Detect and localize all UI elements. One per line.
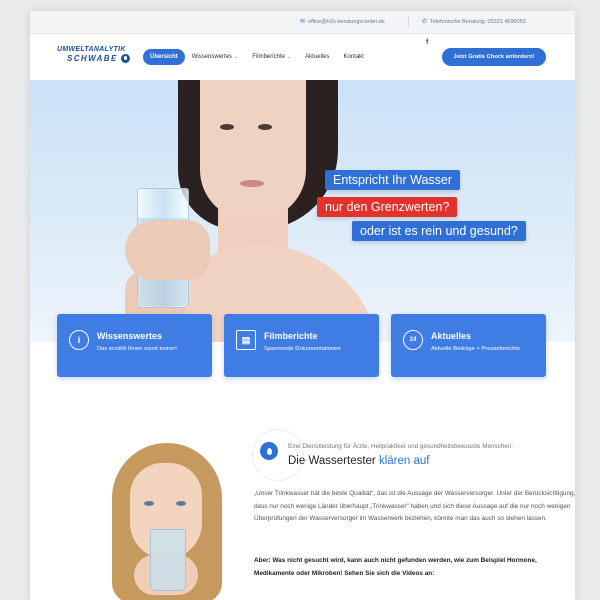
child-drinking-water-image: [90, 435, 238, 600]
feature-title: Filmberichte: [264, 331, 318, 341]
topbar-divider: [408, 16, 409, 28]
heading-highlight: klären auf: [378, 455, 430, 467]
feature-subtitle: Aktuelle Beiträge + Presseberichte: [431, 346, 521, 352]
top-contact-bar: ✉ office@h2o-beratungscenter.de ✆ Telefo…: [30, 11, 575, 34]
nav-item-label: Kontakt: [343, 54, 364, 60]
feature-box-aktuelles[interactable]: 24 Aktuelles Aktuelle Beiträge + Presseb…: [391, 314, 546, 377]
child-water-glass: [150, 529, 186, 591]
nav-item-label: Übersicht: [150, 54, 178, 60]
phone-text: Telefonische Beratung: 05321 4696050: [430, 18, 526, 25]
phone-icon: ✆: [422, 19, 428, 25]
feature-subtitle: Das erzählt Ihnen sonst keiner!: [97, 346, 177, 352]
hero-tagline-3: oder ist es rein und gesund?: [352, 221, 526, 241]
feature-box-filmberichte[interactable]: ▤ Filmberichte Spannende Dokumentationen: [224, 314, 379, 377]
gratis-check-button[interactable]: Jetzt Gratis Check anfordern!: [442, 48, 546, 66]
nav-item-label: Aktuelles: [305, 54, 330, 60]
logo[interactable]: UMWELTANALYTIK SCHWABE: [57, 46, 145, 68]
section-heading: Die Wassertester klären auf: [288, 455, 429, 467]
chevron-down-icon: ⌄: [286, 54, 292, 60]
water-drop-icon: [260, 442, 278, 460]
feature-title: Wissenswertes: [97, 331, 162, 341]
24h-icon: 24: [403, 330, 423, 350]
logo-line1: UMWELTANALYTIK: [57, 46, 126, 53]
paragraph-quality: „Unser Trinkwasser hat die beste Qualitä…: [254, 490, 575, 522]
child-eye-left: [144, 501, 154, 506]
hero-eye-left: [220, 124, 234, 130]
hero-banner: Entspricht Ihr Wasser nur den Grenzwerte…: [30, 80, 575, 342]
nav-item-filmberichte[interactable]: Filmberichte ⌄: [245, 49, 298, 65]
nav-item-aktuelles[interactable]: Aktuelles: [298, 49, 336, 65]
hero-tagline-2: nur den Grenzwerten?: [317, 197, 458, 217]
feature-title: Aktuelles: [431, 331, 472, 341]
heading-main: Die Wassertester: [288, 455, 376, 467]
email-link[interactable]: ✉ office@h2o-beratungscenter.de: [300, 18, 385, 26]
paragraph-videos: Aber: Was nicht gesucht wird, kann auch …: [254, 557, 537, 577]
hero-woman-face: [200, 80, 306, 220]
page: ✉ office@h2o-beratungscenter.de ✆ Telefo…: [30, 11, 575, 600]
nav-item-label: Filmberichte: [252, 54, 285, 60]
hero-lips: [240, 180, 264, 187]
child-eye-right: [176, 501, 186, 506]
feature-box-wissenswertes[interactable]: i Wissenswertes Das erzählt Ihnen sonst …: [57, 314, 212, 377]
clapperboard-icon: ▤: [236, 330, 256, 350]
nav-item-kontakt[interactable]: Kontakt: [336, 49, 370, 65]
water-drop-logo-icon: [121, 54, 130, 63]
section-intro: Eine Dienstleistung für Ärzte, Heilprakt…: [288, 443, 514, 450]
envelope-icon: ✉: [300, 19, 306, 25]
info-icon: i: [69, 330, 89, 350]
email-text: office@h2o-beratungscenter.de: [308, 18, 385, 25]
hero-eye-right: [258, 124, 272, 130]
nav-menu: Übersicht Wissenswertes ⌄ Filmberichte ⌄ A…: [143, 49, 371, 65]
hero-tagline-1: Entspricht Ihr Wasser: [325, 170, 461, 190]
facebook-icon[interactable]: f: [426, 39, 428, 46]
feature-subtitle: Spannende Dokumentationen: [264, 346, 341, 352]
nav-item-uebersicht[interactable]: Übersicht: [143, 49, 185, 65]
nav-item-wissenswertes[interactable]: Wissenswertes ⌄: [185, 49, 246, 65]
hero-hand: [125, 220, 210, 280]
chevron-down-icon: ⌄: [234, 54, 239, 60]
logo-line2: SCHWABE: [67, 54, 118, 63]
nav-item-label: Wissenswertes: [191, 54, 233, 60]
phone-link[interactable]: ✆ Telefonische Beratung: 05321 4696050: [422, 18, 526, 26]
